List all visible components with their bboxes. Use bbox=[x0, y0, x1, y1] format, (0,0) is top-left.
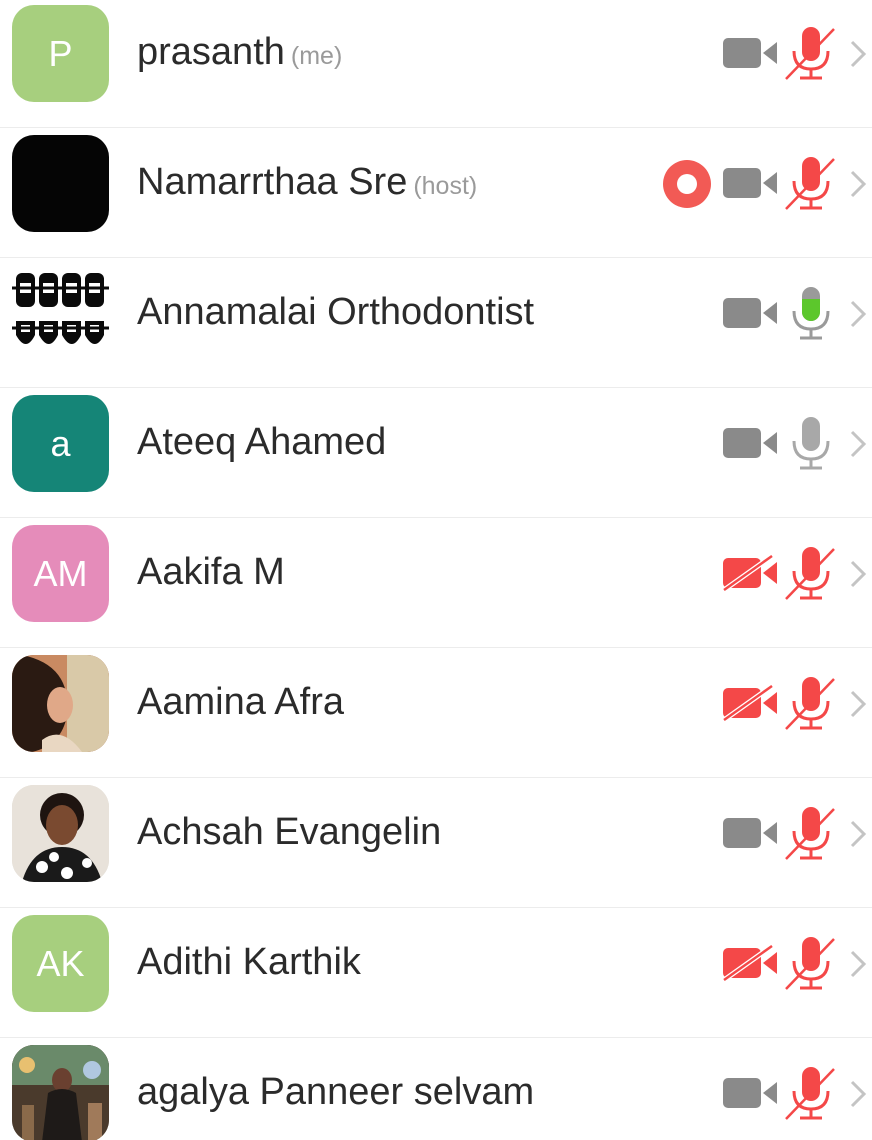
participant-status-icons bbox=[662, 25, 872, 81]
participant-name-text: prasanth bbox=[137, 31, 285, 73]
participant-name-text: Adithi Karthik bbox=[137, 941, 361, 983]
participant-status-icons bbox=[662, 935, 872, 991]
participant-role-tag: (host) bbox=[413, 172, 478, 200]
avatar: P bbox=[12, 5, 109, 102]
participant-row[interactable]: Aamina Afra bbox=[0, 648, 872, 778]
microphone-muted-icon bbox=[782, 545, 840, 608]
avatar-initials: P bbox=[48, 32, 73, 74]
video-camera-icon bbox=[722, 295, 780, 336]
microphone-muted-icon bbox=[782, 935, 840, 998]
participant-name: agalya Panneer selvam bbox=[137, 1072, 534, 1112]
avatar: AK bbox=[12, 915, 109, 1012]
participant-name: Annamalai Orthodontist bbox=[137, 292, 534, 332]
participant-status-icons bbox=[662, 805, 872, 861]
video-off-icon bbox=[722, 553, 780, 596]
chevron-right-icon[interactable] bbox=[847, 39, 869, 74]
video-camera-icon bbox=[722, 1075, 780, 1116]
participant-name: Namarrthaa Sre (host) bbox=[137, 162, 477, 206]
participant-status-icons bbox=[662, 1065, 872, 1121]
video-off-icon bbox=[722, 683, 780, 726]
microphone-muted-icon bbox=[782, 155, 840, 218]
video-camera-icon bbox=[722, 35, 780, 76]
avatar bbox=[12, 135, 109, 232]
microphone-icon bbox=[782, 415, 840, 478]
participant-row[interactable]: Pprasanth (me) bbox=[0, 0, 872, 128]
chevron-right-icon[interactable] bbox=[847, 689, 869, 724]
participant-row[interactable]: Achsah Evangelin bbox=[0, 778, 872, 908]
avatar: AM bbox=[12, 525, 109, 622]
participant-row[interactable]: a Ateeq Ahamed bbox=[0, 388, 872, 518]
participant-name: Adithi Karthik bbox=[137, 942, 361, 982]
video-off-icon bbox=[722, 943, 780, 986]
participant-name-text: Annamalai Orthodontist bbox=[137, 291, 535, 333]
chevron-right-icon[interactable] bbox=[847, 559, 869, 594]
participant-status-icons bbox=[662, 675, 872, 731]
participant-name-text: Aamina Afra bbox=[137, 681, 344, 723]
participant-name: Achsah Evangelin bbox=[137, 812, 441, 852]
video-camera-icon bbox=[722, 425, 780, 466]
participant-row[interactable]: AK Adithi Karthik bbox=[0, 908, 872, 1038]
participant-name: Aakifa M bbox=[137, 552, 285, 592]
avatar bbox=[12, 655, 109, 752]
video-camera-icon bbox=[722, 165, 780, 206]
chevron-right-icon[interactable] bbox=[847, 429, 869, 464]
avatar-initials: AM bbox=[33, 552, 88, 594]
participant-name-text: agalya Panneer selvam bbox=[137, 1071, 535, 1113]
chevron-right-icon[interactable] bbox=[847, 819, 869, 854]
avatar bbox=[12, 785, 109, 882]
avatar-initials: a bbox=[50, 422, 71, 464]
chevron-right-icon[interactable] bbox=[847, 949, 869, 984]
participant-name-text: Ateeq Ahamed bbox=[137, 421, 387, 463]
participant-name: prasanth (me) bbox=[137, 32, 342, 76]
participant-row[interactable]: AM Aakifa M bbox=[0, 518, 872, 648]
participant-name: Aamina Afra bbox=[137, 682, 344, 722]
participant-status-icons bbox=[662, 155, 872, 211]
participant-row[interactable]: Annamalai Orthodontist bbox=[0, 258, 872, 388]
participant-row[interactable]: Namarrthaa Sre (host) bbox=[0, 128, 872, 258]
participant-row[interactable]: agalya Panneer selvam bbox=[0, 1038, 872, 1140]
chevron-right-icon[interactable] bbox=[847, 1079, 869, 1114]
avatar: a bbox=[12, 395, 109, 492]
microphone-muted-icon bbox=[782, 805, 840, 868]
video-camera-icon bbox=[722, 815, 780, 856]
participant-name: Ateeq Ahamed bbox=[137, 422, 386, 462]
participant-status-icons bbox=[662, 545, 872, 601]
recording-icon bbox=[662, 159, 712, 214]
participant-name-text: Achsah Evangelin bbox=[137, 811, 442, 853]
chevron-right-icon[interactable] bbox=[847, 299, 869, 334]
microphone-muted-icon bbox=[782, 1065, 840, 1128]
participant-name-text: Namarrthaa Sre bbox=[137, 161, 408, 203]
participant-name-text: Aakifa M bbox=[137, 551, 285, 593]
avatar bbox=[12, 265, 109, 362]
chevron-right-icon[interactable] bbox=[847, 169, 869, 204]
participant-list: Pprasanth (me) Namarrthaa Sre (host) Annamal… bbox=[0, 0, 872, 1140]
participant-status-icons bbox=[662, 285, 872, 341]
avatar-initials: AK bbox=[36, 942, 85, 984]
avatar bbox=[12, 1045, 109, 1140]
participant-status-icons bbox=[662, 415, 872, 471]
participant-role-tag: (me) bbox=[290, 42, 343, 70]
microphone-muted-icon bbox=[782, 675, 840, 738]
microphone-muted-icon bbox=[782, 25, 840, 88]
microphone-active-icon bbox=[782, 285, 840, 348]
